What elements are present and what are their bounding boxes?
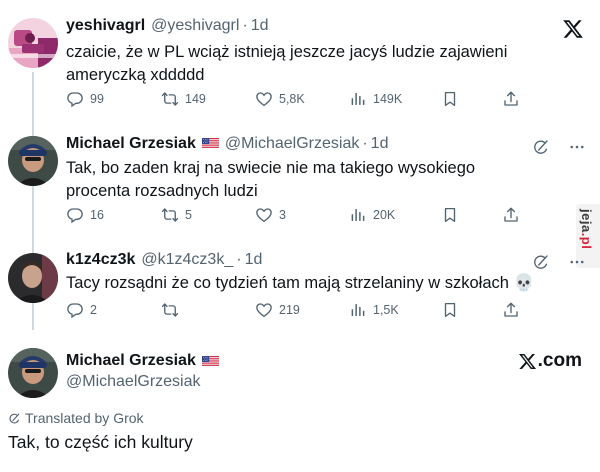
- user-handle[interactable]: @MichaelGrzesiak: [66, 373, 201, 391]
- action-bar: 99 149 5,8K 149K: [66, 90, 526, 112]
- retweet-icon: [161, 301, 179, 319]
- tweet-header: k1z4cz3k @k1z4cz3k_ · 1d: [66, 251, 262, 273]
- us-flag-icon: [202, 138, 219, 149]
- bookmark-icon: [441, 301, 459, 319]
- like-button[interactable]: 3: [255, 206, 286, 224]
- share-icon: [502, 206, 520, 224]
- views-button[interactable]: 1,5K: [349, 301, 399, 319]
- bookmark-button[interactable]: [441, 90, 465, 108]
- views-icon: [349, 301, 367, 319]
- timestamp[interactable]: 1d: [245, 251, 263, 269]
- tweet-header: Michael Grzesiak @MichaelGrzesiak · 1d: [66, 135, 388, 157]
- avatar[interactable]: [8, 136, 58, 186]
- bookmark-button[interactable]: [441, 206, 465, 224]
- watermark-text: jeja.pl: [579, 209, 594, 250]
- action-bar: 16 5 3 20K: [66, 206, 526, 228]
- timestamp[interactable]: 1d: [251, 17, 269, 35]
- tweet-text: Tacy rozsądni że co tydzień tam mają str…: [66, 274, 535, 292]
- reply-icon: [66, 90, 84, 108]
- action-bar: 2 219 1,5K: [66, 301, 526, 323]
- views-button[interactable]: 149K: [349, 90, 402, 108]
- user-handle[interactable]: @yeshivagrl: [151, 17, 239, 35]
- grok-icon[interactable]: [532, 138, 550, 156]
- reply-count: 99: [90, 92, 104, 106]
- translated-by-grok[interactable]: Translated by Grok: [8, 410, 144, 426]
- retweet-icon: [161, 90, 179, 108]
- tweet-tools: [532, 138, 586, 156]
- bookmark-icon: [441, 206, 459, 224]
- like-count: 219: [279, 303, 300, 317]
- share-button[interactable]: [502, 90, 526, 108]
- like-count: 5,8K: [279, 92, 305, 106]
- separator-dot: ·: [236, 251, 242, 268]
- x-logo-icon[interactable]: [562, 18, 584, 40]
- reply-button[interactable]: 2: [66, 301, 97, 319]
- retweet-button[interactable]: [161, 301, 185, 319]
- retweet-icon: [161, 206, 179, 224]
- user-handle[interactable]: @k1z4cz3k_: [141, 251, 233, 269]
- bookmark-button[interactable]: [441, 301, 465, 319]
- grok-icon: [8, 412, 21, 425]
- reply-count: 2: [90, 303, 97, 317]
- like-button[interactable]: 5,8K: [255, 90, 305, 108]
- avatar[interactable]: [8, 253, 58, 303]
- reply-count: 16: [90, 208, 104, 222]
- retweet-button[interactable]: 149: [161, 90, 206, 108]
- separator-dot: ·: [362, 135, 368, 152]
- grok-icon[interactable]: [532, 253, 550, 271]
- tweet-text: czaicie, że w PL wciąż istnieją jeszcze …: [66, 43, 508, 84]
- tweet-header: yeshivagrl @yeshivagrl · 1d: [66, 17, 269, 39]
- reply-button[interactable]: 99: [66, 90, 104, 108]
- avatar[interactable]: [8, 348, 58, 398]
- reply-icon: [66, 206, 84, 224]
- reply-icon: [66, 301, 84, 319]
- display-name[interactable]: k1z4cz3k: [66, 251, 135, 269]
- heart-icon: [255, 206, 273, 224]
- share-button[interactable]: [502, 301, 526, 319]
- view-count: 149K: [373, 92, 403, 106]
- retweet-count: 149: [185, 92, 206, 106]
- more-icon[interactable]: [568, 138, 586, 156]
- view-count: 20K: [373, 208, 396, 222]
- view-count: 1,5K: [373, 303, 399, 317]
- separator-dot: ·: [242, 17, 248, 34]
- share-icon: [502, 301, 520, 319]
- tweet-text: Tak, bo zaden kraj na swiecie nie ma tak…: [66, 159, 476, 200]
- display-name[interactable]: Michael Grzesiak: [66, 352, 219, 370]
- user-handle[interactable]: @MichaelGrzesiak: [225, 135, 360, 153]
- views-button[interactable]: 20K: [349, 206, 395, 224]
- reply-button[interactable]: 16: [66, 206, 104, 224]
- us-flag-icon: [202, 356, 219, 367]
- tweet-tools: [532, 253, 586, 271]
- share-button[interactable]: [502, 206, 526, 224]
- retweet-count: 5: [185, 208, 192, 222]
- more-icon[interactable]: [568, 253, 586, 271]
- like-button[interactable]: 219: [255, 301, 300, 319]
- timestamp[interactable]: 1d: [371, 135, 389, 153]
- heart-icon: [255, 90, 273, 108]
- retweet-button[interactable]: 5: [161, 206, 192, 224]
- bookmark-icon: [441, 90, 459, 108]
- avatar[interactable]: [8, 18, 58, 68]
- tweet-text: Tak, to część ich kultury: [8, 432, 193, 452]
- like-count: 3: [279, 208, 286, 222]
- x-logo-icon: [518, 352, 537, 371]
- x-com-label: .com: [518, 350, 582, 372]
- views-icon: [349, 90, 367, 108]
- heart-icon: [255, 301, 273, 319]
- views-icon: [349, 206, 367, 224]
- share-icon: [502, 90, 520, 108]
- display-name[interactable]: yeshivagrl: [66, 17, 145, 35]
- display-name[interactable]: Michael Grzesiak: [66, 135, 196, 153]
